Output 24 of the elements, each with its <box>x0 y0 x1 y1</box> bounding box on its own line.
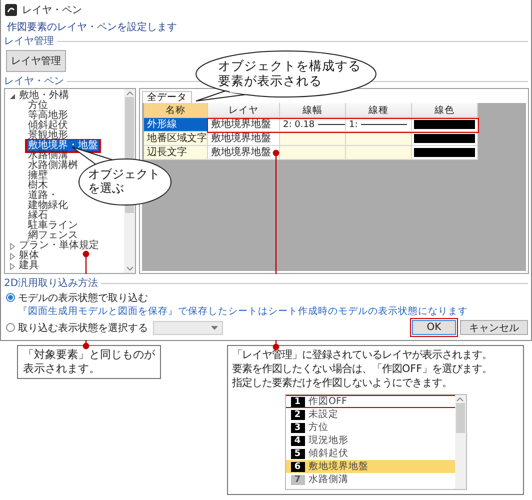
layer-color-chip: 6 <box>290 462 304 472</box>
description-text: 作図要素のレイヤ・ペンを設定します <box>6 20 178 35</box>
note-text: 表示されます。 <box>23 362 100 376</box>
callout-text: を選ぶ <box>88 181 124 195</box>
layer-color-chip: 5 <box>290 448 304 458</box>
group-label: レイヤ・ペン <box>4 75 64 88</box>
group-label: レイヤ管理 <box>4 35 54 48</box>
hint-text: 『図面生成用モデルと図面を保存』で保存したシートはシート作成時のモデルの表示状態になります <box>17 305 469 318</box>
radio-label: 取り込む表示状態を選択する <box>18 322 148 334</box>
window-title: レイヤ・ペン <box>22 4 82 17</box>
callout-text: オブジェクトを構成する <box>218 58 361 73</box>
note-text: 「レイヤ管理」に登録されているレイヤが表示されます。 <box>232 348 492 362</box>
layer-color-chip: 4 <box>290 436 304 446</box>
layer-color-chip: 2 <box>290 410 304 420</box>
layer-color-chip: 7 <box>290 474 304 484</box>
note-text: 「対象要素」と同じものが <box>23 348 155 362</box>
group-label: 2D汎用取り込み方法 <box>4 277 98 290</box>
layer-color-chip: 3 <box>290 422 304 432</box>
layer-color-chip: 1 <box>290 396 304 406</box>
callout-text: オブジェクト <box>88 167 160 181</box>
radio-label: モデルの表示状態で取り込む <box>18 292 148 304</box>
callout-text: 要素が表示される <box>218 73 322 88</box>
note-text: 指定した要素だけを作図しないようにできます。 <box>232 376 452 390</box>
note-text: 要素を作図したくない場合は、「作図OFF」を選びます。 <box>232 362 492 376</box>
